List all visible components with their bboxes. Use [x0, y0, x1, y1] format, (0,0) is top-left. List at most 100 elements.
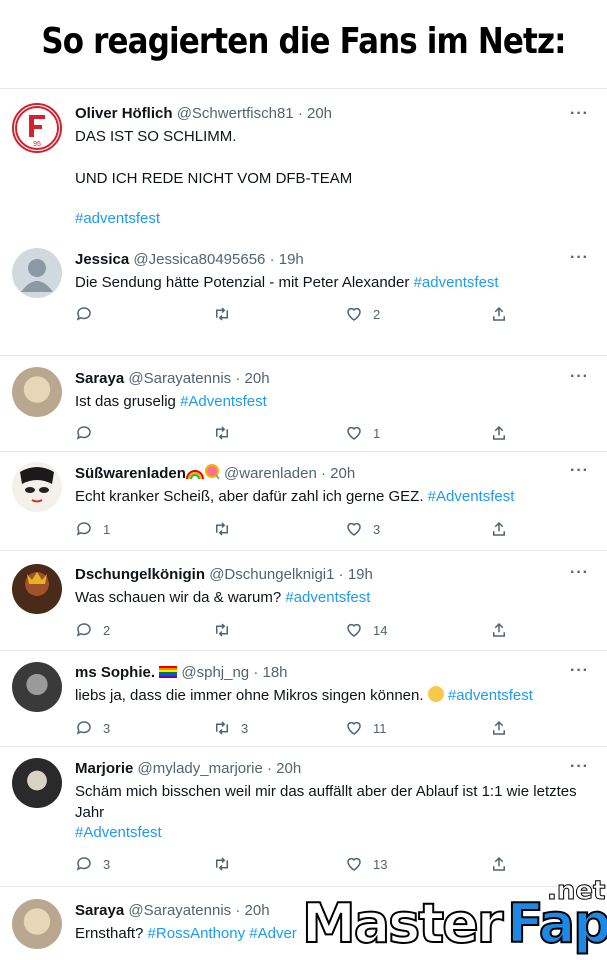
share-icon — [493, 856, 505, 871]
like-icon — [347, 857, 361, 871]
avatar[interactable] — [12, 462, 62, 512]
more-icon[interactable]: ··· — [570, 462, 589, 480]
avatar[interactable] — [12, 758, 62, 808]
relieved-face-emoji-icon — [427, 686, 444, 702]
avatar[interactable] — [12, 662, 62, 712]
rainbow-flag-icon — [159, 666, 178, 678]
hashtag-link[interactable]: #Adventsfest — [180, 393, 267, 410]
reply-icon — [76, 857, 91, 871]
author-name[interactable]: Saraya — [75, 902, 124, 919]
tweet-header: Oliver Höflich @Schwertfisch81 · 20h — [75, 105, 333, 122]
page-headline: So reagierten die Fans im Netz: — [41, 20, 566, 62]
crown-icon — [27, 572, 47, 584]
timestamp[interactable]: 19h — [279, 251, 304, 268]
author-handle[interactable]: @Jessica80495656 — [133, 251, 265, 268]
author-handle[interactable]: @mylady_marjorie — [138, 760, 263, 777]
retweet-button[interactable] — [213, 621, 241, 639]
hashtag-link[interactable]: #Adventsfest — [428, 488, 515, 505]
default-avatar-icon — [21, 259, 53, 292]
share-button[interactable] — [490, 520, 508, 538]
reply-button[interactable]: 2 — [75, 621, 110, 639]
retweet-button[interactable] — [213, 520, 241, 538]
timestamp[interactable]: 20h — [245, 370, 270, 387]
tweet-text: Die Sendung hätte Potenzial - mit Peter … — [75, 274, 499, 291]
hashtag-link[interactable]: #adventsfest — [414, 274, 499, 291]
reply-button[interactable] — [75, 424, 103, 442]
author-name[interactable]: Saraya — [75, 370, 124, 387]
like-icon — [347, 426, 361, 440]
retweet-icon — [216, 857, 228, 871]
more-icon[interactable]: ··· — [570, 662, 589, 680]
reply-button[interactable]: 3 — [75, 855, 110, 873]
like-button[interactable]: 2 — [345, 305, 380, 323]
watermark-logo: Master Fap .net — [301, 876, 607, 960]
like-button[interactable]: 13 — [345, 855, 387, 873]
tweet-actions: 1 — [75, 424, 515, 444]
more-icon[interactable]: ··· — [570, 564, 589, 582]
author-handle[interactable]: @Dschungelknigi1 — [209, 566, 334, 583]
author-handle[interactable]: @Schwertfisch81 — [177, 105, 294, 122]
share-icon — [493, 425, 505, 440]
tweet-text: Schäm mich bisschen weil mir das auffäll… — [75, 783, 577, 800]
timestamp[interactable]: 20h — [330, 465, 355, 482]
author-name[interactable]: Dschungelkönigin — [75, 566, 205, 583]
hashtag-link[interactable]: #adventsfest — [448, 687, 533, 704]
author-handle[interactable]: @Sarayatennis — [128, 370, 231, 387]
reply-button[interactable] — [75, 305, 103, 323]
share-button[interactable] — [490, 855, 508, 873]
like-button[interactable]: 1 — [345, 424, 380, 442]
author-handle[interactable]: @sphj_ng — [181, 664, 249, 681]
share-button[interactable] — [490, 621, 508, 639]
hashtag-link[interactable]: #Adventsfest — [75, 822, 589, 843]
author-name[interactable]: ms Sophie. — [75, 664, 155, 681]
share-button[interactable] — [490, 424, 508, 442]
more-icon[interactable]: ··· — [570, 249, 589, 267]
tweet-actions: 2 — [75, 305, 515, 325]
avatar[interactable] — [12, 564, 62, 614]
retweet-button[interactable] — [213, 424, 241, 442]
watermark-net: .net — [546, 876, 606, 907]
retweet-icon — [216, 522, 228, 536]
retweet-button[interactable] — [213, 305, 241, 323]
like-icon — [347, 522, 361, 536]
like-button[interactable]: 3 — [345, 520, 380, 538]
author-name[interactable]: Marjorie — [75, 760, 133, 777]
share-icon — [493, 622, 505, 637]
retweet-button[interactable]: 3 — [213, 719, 248, 737]
timestamp[interactable]: 20h — [276, 760, 301, 777]
timestamp[interactable]: 20h — [307, 105, 332, 122]
reply-button[interactable]: 3 — [75, 719, 110, 737]
author-name[interactable]: Süßwarenladen — [75, 465, 186, 482]
more-icon[interactable]: ··· — [570, 758, 589, 776]
avatar[interactable] — [12, 899, 62, 949]
retweet-icon — [216, 623, 228, 637]
tweet-text: Was schauen wir da & warum? #adventsfest — [75, 589, 371, 606]
author-name[interactable]: Jessica — [75, 251, 129, 268]
more-icon[interactable]: ··· — [570, 105, 589, 123]
rainbow-lollipop-icon — [185, 464, 220, 482]
hashtag-link[interactable]: #adventsfest — [285, 589, 370, 606]
avatar[interactable]: 95 — [12, 103, 62, 153]
avatar[interactable] — [12, 248, 62, 298]
timestamp[interactable]: 18h — [263, 664, 288, 681]
like-button[interactable]: 11 — [345, 719, 387, 737]
hashtag-link[interactable]: #RossAnthony #Adver — [148, 925, 297, 942]
tweet-text: UND ICH REDE NICHT VOM DFB-TEAM — [75, 170, 353, 187]
author-handle[interactable]: @Sarayatennis — [128, 902, 231, 919]
author-name[interactable]: Oliver Höflich — [75, 105, 173, 122]
club-logo-number: 95 — [33, 141, 41, 148]
divider — [0, 550, 607, 551]
author-handle[interactable]: @warenladen — [224, 465, 317, 482]
reply-button[interactable]: 1 — [75, 520, 110, 538]
avatar[interactable] — [12, 367, 62, 417]
hashtag-link[interactable]: #adventsfest — [75, 208, 589, 229]
share-button[interactable] — [490, 719, 508, 737]
anime-face-icon — [20, 467, 54, 503]
share-icon — [493, 720, 505, 735]
timestamp[interactable]: 19h — [348, 566, 373, 583]
timestamp[interactable]: 20h — [245, 902, 270, 919]
share-button[interactable] — [490, 305, 508, 323]
more-icon[interactable]: ··· — [570, 368, 589, 386]
retweet-button[interactable] — [213, 855, 241, 873]
like-button[interactable]: 14 — [345, 621, 387, 639]
